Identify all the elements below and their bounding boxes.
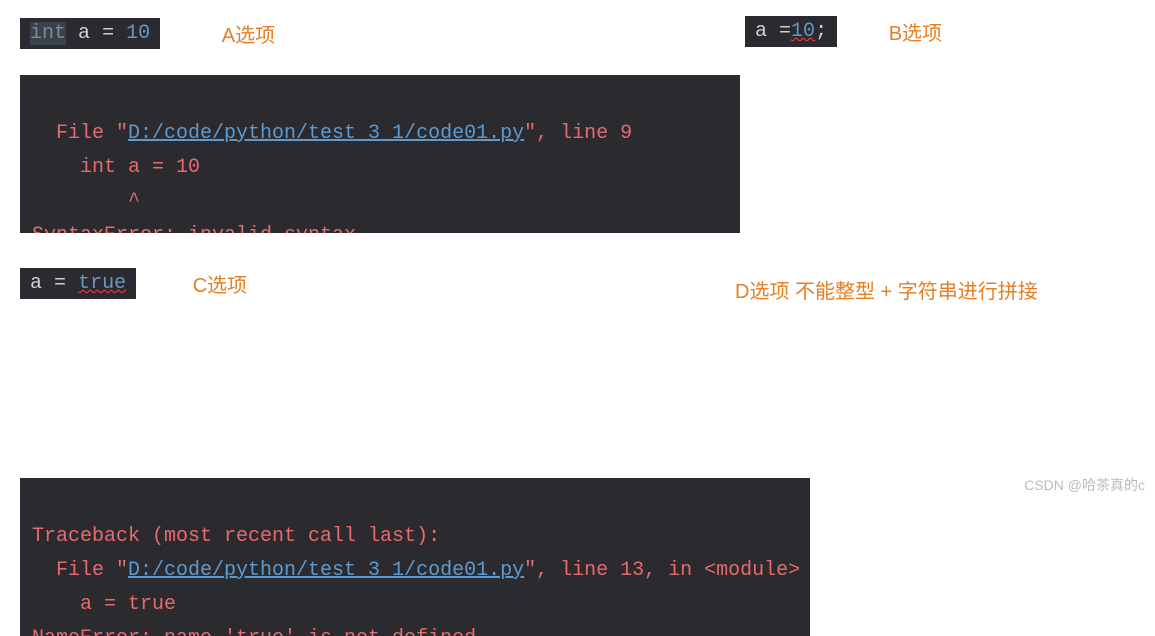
option-c-row: a = true C选项 xyxy=(20,268,247,299)
option-d-row: D选项 不能整型 + 字符串进行拼接 xyxy=(735,275,1038,304)
option-b-row: a =10; B选项 xyxy=(745,16,942,47)
variable-a: a xyxy=(78,22,90,45)
value-true: true xyxy=(78,272,126,295)
number-literal: 10 xyxy=(126,22,150,45)
keyword-int: int xyxy=(30,22,66,45)
option-b-label: B选项 xyxy=(889,17,942,46)
number-literal: 10 xyxy=(791,20,815,43)
error-output-c: Traceback (most recent call last): File … xyxy=(20,478,810,636)
variable-a: a xyxy=(755,20,767,43)
file-path-link[interactable]: D:/code/python/test_3_1/code01.py xyxy=(128,122,524,145)
variable-a: a xyxy=(30,272,42,295)
watermark: CSDN @哈茶真的c xyxy=(1024,475,1145,495)
option-c-label: C选项 xyxy=(193,269,247,298)
option-a-row: int a = 10 A选项 xyxy=(20,18,275,49)
option-c-code: a = true xyxy=(20,268,136,299)
file-path-link[interactable]: D:/code/python/test_3_1/code01.py xyxy=(128,559,524,582)
option-b-code: a =10; xyxy=(745,16,837,47)
error-output-a: File "D:/code/python/test_3_1/code01.py"… xyxy=(20,75,740,233)
option-d-label: D选项 不能整型 + 字符串进行拼接 xyxy=(735,275,1038,304)
option-a-code: int a = 10 xyxy=(20,18,160,49)
option-a-label: A选项 xyxy=(222,19,275,48)
semicolon: ; xyxy=(815,20,827,43)
